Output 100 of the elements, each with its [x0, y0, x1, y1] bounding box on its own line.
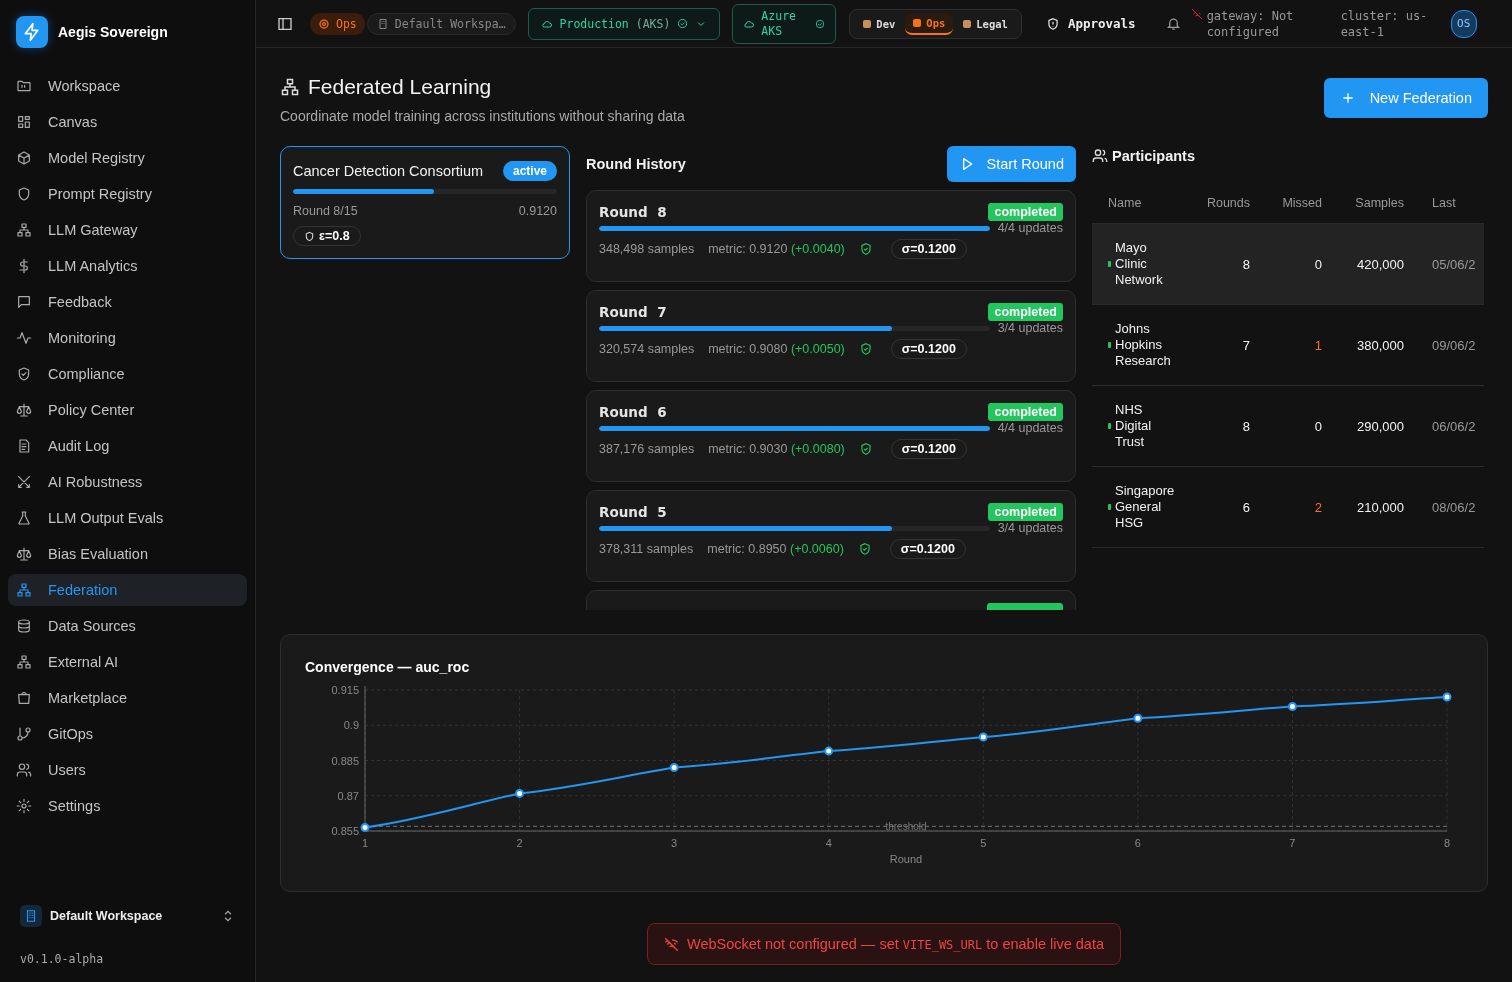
workspace-switcher[interactable]: Default Workspace [20, 904, 235, 928]
table-cell-text: 420,000 [1356, 256, 1404, 272]
axis-tick-label: 1 [361, 837, 369, 849]
status-badge: completed [988, 203, 1063, 221]
mode-badge[interactable]: Ops [310, 12, 365, 35]
table-cell-text: 08/06/2 [1431, 499, 1477, 515]
nav-item[interactable]: Audit Log [8, 430, 247, 462]
nav-item[interactable]: Prompt Registry [8, 178, 247, 210]
table-cell-text: 8 [1241, 418, 1250, 434]
nav-item[interactable]: AI Robustness [8, 466, 247, 498]
persona-tab[interactable]: Ops [905, 12, 954, 35]
branch-icon [16, 726, 32, 742]
page-subtitle: Coordinate model training across institutions without sharing data [280, 108, 685, 124]
round-metric: metric: 0.8950 (+0.0060) [707, 542, 844, 556]
environment-selector[interactable]: Production (AKS) [527, 7, 721, 40]
scale-icon [16, 546, 32, 562]
data-point [515, 788, 525, 798]
wifi-off-icon [1190, 7, 1203, 20]
table-cell-text: 0 [1313, 418, 1322, 434]
shield-icon [16, 186, 32, 202]
lightning-logo-icon [16, 16, 48, 48]
crossed-swords-icon [16, 474, 32, 490]
bag-icon [16, 690, 32, 706]
sidebar-toggle-icon[interactable] [277, 15, 293, 32]
table-cell-text: 0 [1313, 256, 1322, 272]
federation-name: Cancer Detection Consortium [293, 163, 484, 179]
persona-tab[interactable]: Dev [855, 13, 904, 34]
nav-item[interactable]: Marketplace [8, 682, 247, 714]
table-cell-text: 1 [1313, 337, 1322, 353]
nav-item[interactable]: Model Registry [8, 142, 247, 174]
warning-message: WebSocket not configured — set VITE_WS_URL to enable live data [687, 936, 1104, 952]
status-badge: completed [988, 403, 1063, 421]
federation-card[interactable]: Cancer Detection Consortium active Round 8/15 0.9120 ε=0.8 [280, 146, 570, 259]
chart-title: Convergence — auc_roc [305, 659, 471, 675]
participant-name: NHS Digital Trust [1115, 402, 1153, 450]
nav-item[interactable]: Workspace [8, 70, 247, 102]
table-row[interactable]: NHS Digital Trust 8 0 290,000 06/06/2 [1092, 386, 1484, 467]
network-icon [16, 582, 32, 598]
update-count: 4/4 updates [997, 221, 1063, 235]
nav-item[interactable]: External AI [8, 646, 247, 678]
data-point [978, 732, 988, 742]
round-title: Round 7 [599, 304, 667, 320]
section-title: Round History [586, 156, 686, 172]
table-cell-text: 290,000 [1356, 418, 1404, 434]
building-icon [376, 17, 389, 30]
round-metric: metric: 0.9080 (+0.0050) [708, 342, 845, 356]
table-row[interactable]: Mayo Clinic Network 8 0 420,000 05/06/2 [1092, 224, 1484, 305]
cluster-status: cluster: us-east-1 [1340, 7, 1429, 40]
nav-item[interactable]: Compliance [8, 358, 247, 390]
flask-icon [16, 510, 32, 526]
participant-name: Mayo Clinic Network [1115, 240, 1164, 288]
bell-icon[interactable] [1165, 16, 1181, 31]
workspace-selector[interactable]: Default Workspa… [366, 12, 516, 35]
nav-item[interactable]: GitOps [8, 718, 247, 750]
cluster-chip[interactable]: Azure AKS [732, 3, 837, 44]
document-icon [16, 438, 32, 454]
table-cell-text: 2 [1313, 499, 1322, 515]
gateway-status: gateway: Not configured [1206, 7, 1295, 40]
section-title: Participants [1112, 148, 1195, 164]
user-avatar[interactable]: OS [1450, 9, 1477, 38]
building-icon [20, 905, 42, 927]
table-row[interactable]: Singapore General HSG 6 2 210,000 08/06/2 [1092, 467, 1484, 548]
table-cell-text: 7 [1241, 337, 1250, 353]
nav-item[interactable]: Feedback [8, 286, 247, 318]
axis-label: Round [889, 853, 923, 865]
approvals-button[interactable]: Approvals [1045, 16, 1136, 31]
check-circle-icon [815, 18, 826, 29]
nav-item[interactable]: LLM Analytics [8, 250, 247, 282]
data-point [669, 763, 679, 773]
nav-item[interactable]: Settings [8, 790, 247, 822]
nav-item[interactable]: LLM Gateway [8, 214, 247, 246]
table-cell-text: 09/06/2 [1431, 337, 1477, 353]
nav-item[interactable]: Data Sources [8, 610, 247, 642]
nav-item[interactable]: Policy Center [8, 394, 247, 426]
version-label: v0.1.0-alpha [19, 951, 105, 968]
shield-check-icon [858, 442, 873, 456]
nav-item[interactable]: Federation [8, 574, 247, 606]
axis-tick-label: 6 [1134, 837, 1141, 849]
round-metric: metric: 0.9120 (+0.0040) [708, 242, 845, 256]
scale-icon [16, 402, 32, 418]
nav-item[interactable]: LLM Output Evals [8, 502, 247, 534]
cube-icon [16, 150, 32, 166]
data-point [1442, 692, 1452, 702]
pulse-icon [16, 330, 32, 346]
table-row[interactable]: Johns Hopkins Research 7 1 380,000 09/06/2 [1092, 305, 1484, 386]
nav-item[interactable]: Monitoring [8, 322, 247, 354]
wifi-off-icon [664, 936, 679, 952]
threshold-label: threshold [885, 821, 927, 833]
nav-item[interactable]: Users [8, 754, 247, 786]
status-badge: completed [988, 303, 1063, 321]
nav-item[interactable]: Bias Evaluation [8, 538, 247, 570]
shield-check-icon [858, 342, 873, 356]
axis-tick-label: 2 [516, 837, 523, 849]
participant-name: Singapore General HSG [1115, 483, 1176, 531]
column-header: Rounds [1205, 196, 1250, 210]
round-progress: Round 8/15 [293, 204, 358, 218]
axis-tick-label: 0.87 [337, 789, 359, 802]
persona-tab[interactable]: Legal [955, 13, 1016, 34]
nav-item[interactable]: Canvas [8, 106, 247, 138]
data-point [360, 823, 370, 832]
